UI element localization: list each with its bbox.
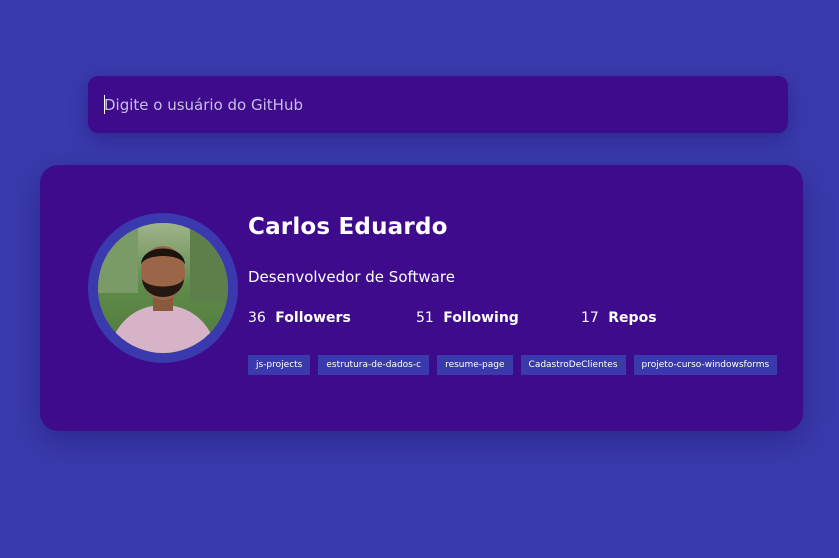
user-stats: 36 Followers 51 Following 17 Repos: [248, 310, 728, 334]
user-name: Carlos Eduardo: [248, 214, 448, 240]
github-username-search-input[interactable]: [88, 76, 788, 133]
followers-count: 36: [248, 310, 266, 326]
repo-tag[interactable]: projeto-curso-windowsforms: [633, 355, 778, 375]
text-caret: [104, 95, 105, 114]
repo-tag[interactable]: CadastroDeClientes: [520, 355, 626, 375]
repo-tag[interactable]: resume-page: [437, 355, 513, 375]
profile-card: Carlos Eduardo Desenvolvedor de Software…: [40, 165, 803, 431]
user-bio: Desenvolvedor de Software: [248, 268, 455, 286]
repository-list: js-projects estrutura-de-dados-c resume-…: [248, 355, 778, 375]
repo-tag[interactable]: js-projects: [248, 355, 311, 375]
followers-stat: 36 Followers: [248, 310, 351, 326]
repo-tag[interactable]: estrutura-de-dados-c: [318, 355, 430, 375]
following-count: 51: [416, 310, 434, 326]
search-container: [88, 76, 788, 133]
avatar-ring: [88, 213, 238, 363]
following-label: Following: [443, 310, 519, 326]
avatar: [98, 223, 228, 353]
repos-stat: 17 Repos: [581, 310, 657, 326]
following-stat: 51 Following: [416, 310, 519, 326]
followers-label: Followers: [275, 310, 351, 326]
avatar-photo-icon: [98, 223, 228, 353]
repos-label: Repos: [608, 310, 657, 326]
repos-count: 17: [581, 310, 599, 326]
